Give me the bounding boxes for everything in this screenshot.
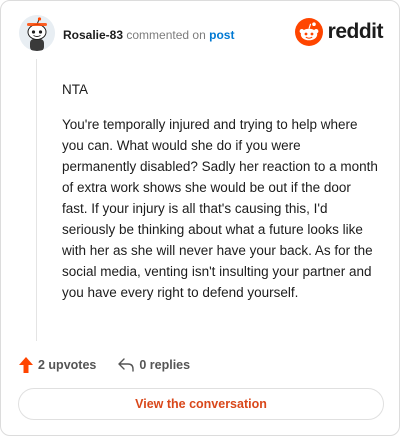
upvotes-count: 2 upvotes bbox=[38, 358, 97, 372]
byline: Rosalie-83 commented on post bbox=[63, 28, 234, 42]
author-name[interactable]: Rosalie-83 bbox=[63, 28, 123, 42]
view-conversation-button[interactable]: View the conversation bbox=[18, 388, 384, 420]
avatar[interactable] bbox=[19, 15, 55, 51]
comment-header: Rosalie-83 commented on post reddit bbox=[19, 15, 384, 55]
snoo-avatar-icon bbox=[19, 15, 55, 51]
reddit-wordmark: reddit bbox=[327, 20, 384, 43]
comment-body: NTA You're temporally injured and trying… bbox=[62, 79, 378, 303]
thread-line bbox=[36, 59, 37, 341]
reddit-brand[interactable]: reddit bbox=[294, 17, 384, 47]
upvote-arrow-icon bbox=[19, 357, 33, 373]
upvote-button[interactable]: 2 upvotes bbox=[19, 357, 96, 373]
post-link[interactable]: post bbox=[209, 28, 234, 42]
comment-paragraph: NTA bbox=[62, 82, 88, 97]
reddit-logo-icon bbox=[294, 18, 323, 46]
replies-count: 0 replies bbox=[139, 358, 191, 372]
commented-on-text: commented on bbox=[126, 28, 206, 42]
reply-arrow-icon bbox=[118, 358, 135, 372]
replies-button[interactable]: 0 replies bbox=[118, 358, 190, 372]
comment-paragraph: You're temporally injured and trying to … bbox=[62, 117, 378, 300]
comment-card: Rosalie-83 commented on post reddit NTA … bbox=[0, 0, 400, 436]
comment-actions: 2 upvotes 0 replies bbox=[19, 355, 190, 375]
